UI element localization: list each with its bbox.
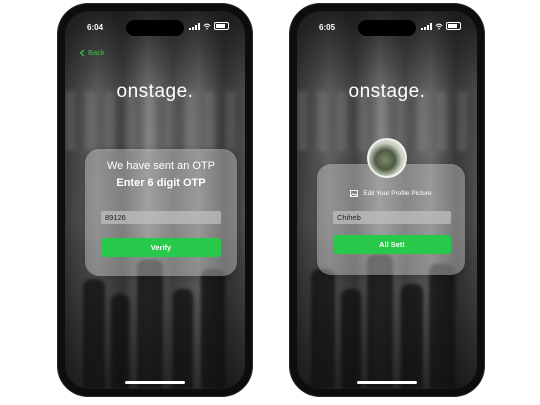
profile-card: Edit Your Profile Picture Chiheb All Set… [317,164,465,275]
otp-sent-text: We have sent an OTP [106,160,216,172]
signal-icon [189,22,200,30]
otp-card: We have sent an OTP Enter 6 digit OTP 89… [85,149,237,276]
onstage-logo: onstage. [116,81,194,102]
home-indicator [125,381,185,384]
phone-otp-screen: 6:04 Back onstage. We have sent an OTP E… [58,4,252,396]
wifi-icon [435,23,443,30]
wifi-icon [203,23,211,30]
otp-screen-background: 6:04 Back onstage. We have sent an OTP E… [65,11,245,389]
image-icon [350,190,359,197]
battery-icon [214,22,229,30]
edit-profile-picture-button[interactable]: Edit Your Profile Picture [317,190,465,197]
status-icons [189,22,229,30]
home-indicator [357,381,417,384]
status-time: 6:04 [87,23,104,32]
back-label: Back [88,48,105,57]
battery-icon [446,22,461,30]
onstage-logo: onstage. [348,81,426,102]
verify-button[interactable]: Verify [101,238,221,257]
otp-input[interactable]: 89126 [101,211,221,224]
all-set-button[interactable]: All Set! [333,235,451,254]
back-button[interactable]: Back [79,48,105,57]
status-icons [421,22,461,30]
signal-icon [421,22,432,30]
name-input[interactable]: Chiheb [333,211,451,224]
status-time: 6:05 [319,23,336,32]
otp-instruction-text: Enter 6 digit OTP [116,177,206,189]
profile-avatar[interactable] [367,138,407,178]
chevron-left-icon [79,49,85,56]
phone-profile-screen: 6:05 onstage. Edit Your Profile Picture [290,4,484,396]
edit-profile-picture-label: Edit Your Profile Picture [363,190,432,197]
profile-screen-background: 6:05 onstage. Edit Your Profile Picture [297,11,477,389]
dynamic-island [126,20,184,36]
dynamic-island [358,20,416,36]
